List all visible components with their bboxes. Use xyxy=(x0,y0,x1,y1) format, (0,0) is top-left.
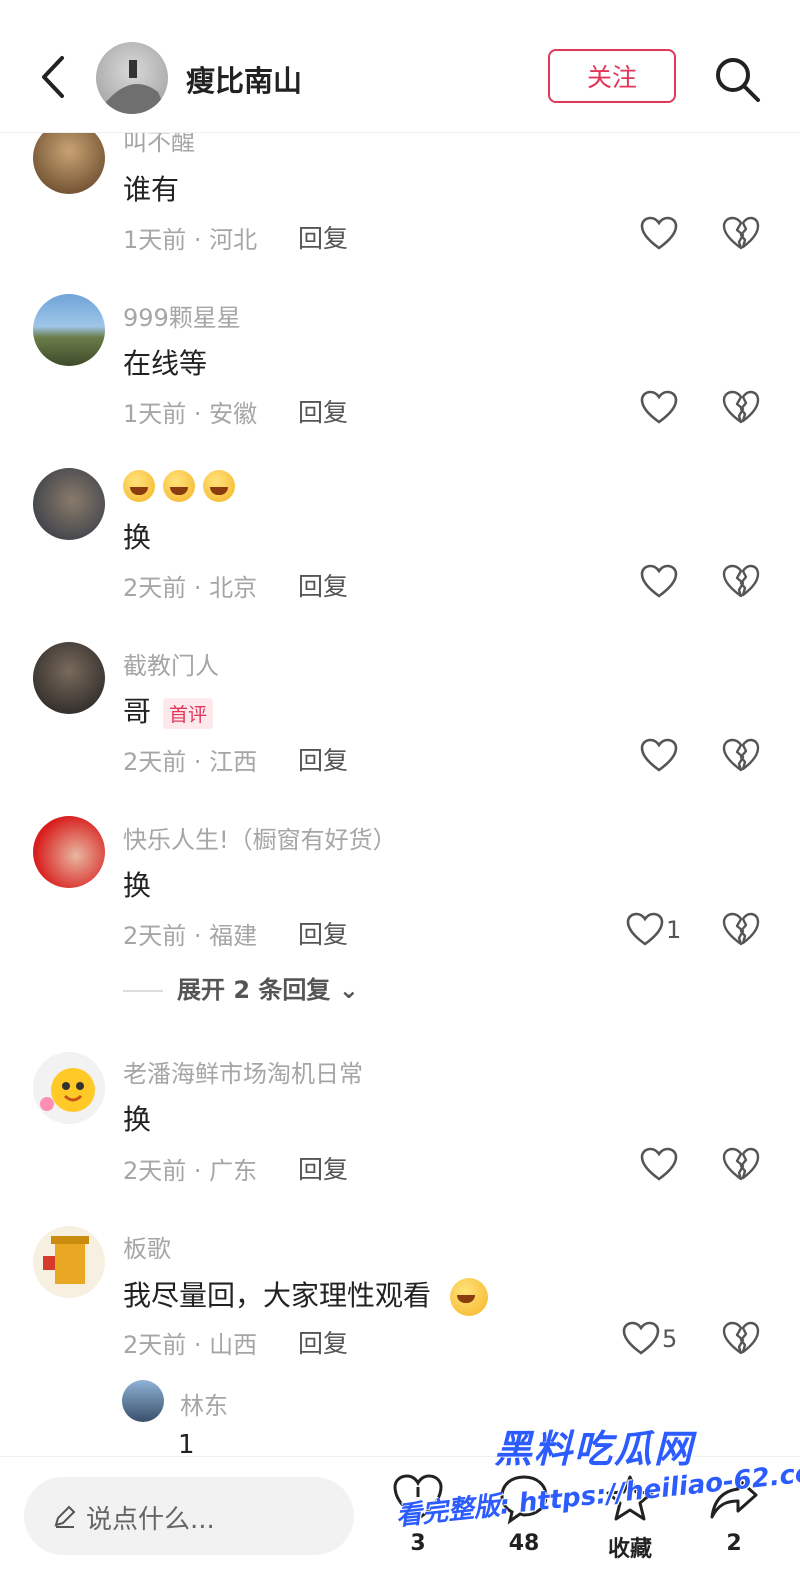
comment-text: 换 xyxy=(123,1103,152,1136)
commenter-name[interactable]: 老潘海鲜市场淘机日常 xyxy=(123,1054,363,1089)
reply-button[interactable]: 回复 xyxy=(298,1150,348,1186)
scroll-figure-icon xyxy=(43,1236,89,1284)
broken-heart-icon[interactable] xyxy=(722,1321,760,1357)
commenter-name[interactable]: 截教门人 xyxy=(123,646,219,681)
comment-text: 在线等 xyxy=(123,347,208,380)
reply-button[interactable]: 回复 xyxy=(298,741,348,777)
comment-meta: 1天前 · 河北 xyxy=(123,226,258,254)
heart-icon[interactable] xyxy=(640,390,678,426)
heart-icon[interactable] xyxy=(640,564,678,600)
broken-heart-icon[interactable] xyxy=(722,738,760,774)
commenter-emoji-name[interactable] xyxy=(123,470,243,502)
comment-text: 换 xyxy=(123,869,152,902)
comment-text-value: 我尽量回，大家理性观看 xyxy=(123,1279,432,1312)
broken-heart-icon[interactable] xyxy=(722,1147,760,1183)
comment-text: 我尽量回，大家理性观看 xyxy=(123,1274,496,1316)
heart-icon[interactable] xyxy=(622,1321,660,1357)
comment-meta: 2天前 · 福建 xyxy=(123,922,258,950)
comment-meta: 1天前 · 安徽 xyxy=(123,400,258,428)
replier-avatar[interactable] xyxy=(122,1380,164,1422)
comment-meta: 2天前 · 山西 xyxy=(123,1331,258,1359)
like-count: 1 xyxy=(666,916,682,944)
commenter-avatar[interactable] xyxy=(33,1226,105,1298)
commenter-name[interactable]: 999颗星星 xyxy=(123,298,241,333)
heart-icon[interactable] xyxy=(640,1147,678,1183)
replier-name[interactable]: 林东 xyxy=(180,1386,228,1421)
broken-heart-icon[interactable] xyxy=(722,216,760,252)
commenter-avatar[interactable] xyxy=(33,642,105,714)
cartoon-face-icon xyxy=(40,1068,95,1112)
commenter-avatar[interactable] xyxy=(33,294,105,366)
broken-heart-icon[interactable] xyxy=(722,912,760,948)
comment-text-value: 哥 xyxy=(123,695,152,728)
commenter-name[interactable]: 快乐人生!（橱窗有好货） xyxy=(123,820,397,855)
reply-button[interactable]: 回复 xyxy=(298,567,348,603)
follow-button[interactable]: 关注 xyxy=(548,49,676,103)
first-comment-badge: 首评 xyxy=(163,697,214,729)
reply-button[interactable]: 回复 xyxy=(298,393,348,429)
site-watermark: 黑料吃瓜网 看完整版: https://heiliao-62.com xyxy=(394,1418,800,1568)
reply-button[interactable]: 回复 xyxy=(298,1324,348,1360)
shy-emoji-icon xyxy=(449,1278,488,1316)
pencil-icon xyxy=(54,1505,76,1528)
heart-icon[interactable] xyxy=(640,216,678,252)
heart-icon[interactable] xyxy=(626,912,664,948)
broken-heart-icon[interactable] xyxy=(722,564,760,600)
comment-text: 哥首评 xyxy=(123,690,214,730)
comment-meta: 2天前 · 北京 xyxy=(123,574,258,602)
expand-replies-button[interactable]: 展开 2 条回复 ⌄ xyxy=(123,970,359,1005)
comment-text: 谁有 xyxy=(123,173,180,206)
laughing-emoji-icon xyxy=(203,470,235,502)
author-name[interactable]: 瘦比南山 xyxy=(186,58,302,100)
laughing-emoji-icon xyxy=(163,470,195,502)
search-icon[interactable] xyxy=(712,54,762,104)
heart-icon[interactable] xyxy=(640,738,678,774)
like-count: 5 xyxy=(662,1325,678,1353)
reply-button[interactable]: 回复 xyxy=(298,915,348,951)
chevron-down-icon: ⌄ xyxy=(338,976,359,1004)
comment-input-placeholder: 说点什么... xyxy=(86,1505,215,1535)
commenter-avatar[interactable] xyxy=(33,468,105,540)
author-avatar[interactable] xyxy=(96,42,168,114)
laughing-emoji-icon xyxy=(123,470,155,502)
commenter-avatar[interactable] xyxy=(33,1052,105,1124)
expand-replies-label: 展开 2 条回复 xyxy=(177,976,331,1004)
top-bar: 瘦比南山 关注 xyxy=(0,0,800,133)
commenter-name[interactable]: 板歌 xyxy=(123,1229,171,1264)
watermark-title: 黑料吃瓜网 xyxy=(494,1427,695,1471)
comment-input[interactable]: 说点什么... xyxy=(24,1477,354,1555)
broken-heart-icon[interactable] xyxy=(722,390,760,426)
back-arrow-icon[interactable] xyxy=(34,52,74,102)
comment-text: 换 xyxy=(123,521,152,554)
comment-meta: 2天前 · 江西 xyxy=(123,748,258,776)
reply-button[interactable]: 回复 xyxy=(298,219,348,255)
commenter-avatar[interactable] xyxy=(33,816,105,888)
comment-meta: 2天前 · 广东 xyxy=(123,1157,258,1185)
